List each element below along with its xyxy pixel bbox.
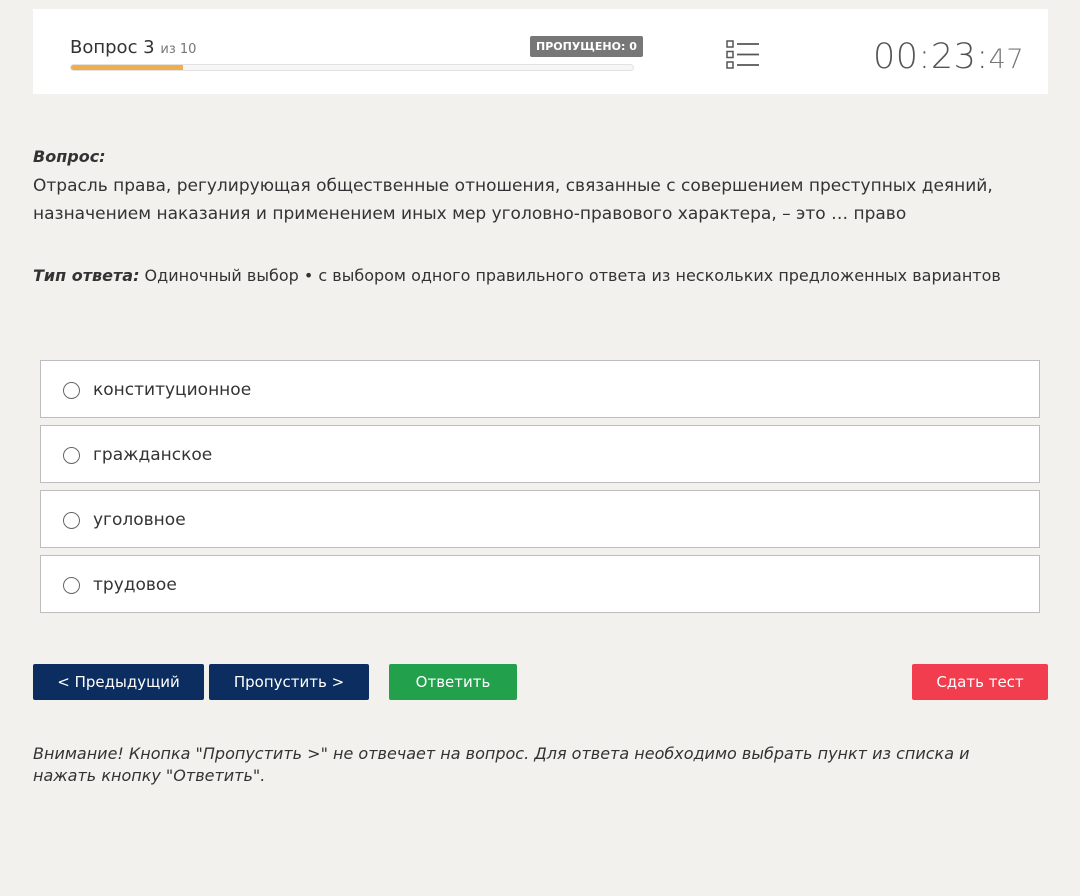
- answer-type: Тип ответа: Одиночный выбор • с выбором …: [33, 266, 1001, 285]
- previous-button[interactable]: < Предыдущий: [33, 664, 204, 700]
- answer-option[interactable]: конституционное: [40, 360, 1040, 418]
- answer-type-value: Одиночный выбор • с выбором одного прави…: [139, 266, 1001, 285]
- timer-main: 00:23:: [872, 37, 989, 77]
- skipped-badge: ПРОПУЩЕНО: 0: [530, 36, 643, 57]
- radio-button[interactable]: [63, 447, 80, 464]
- timer: 00:23:47: [873, 37, 1024, 77]
- radio-button[interactable]: [63, 577, 80, 594]
- question-total: из 10: [160, 42, 197, 57]
- answer-option[interactable]: уголовное: [40, 490, 1040, 548]
- radio-button[interactable]: [63, 512, 80, 529]
- answer-option[interactable]: трудовое: [40, 555, 1040, 613]
- answer-button[interactable]: Ответить: [389, 664, 517, 700]
- question-label: Вопрос:: [33, 147, 106, 166]
- answer-option-label: уголовное: [93, 510, 186, 530]
- skip-button[interactable]: Пропустить >: [209, 664, 369, 700]
- progress-bar: [70, 64, 634, 71]
- answer-option-label: гражданское: [93, 445, 213, 465]
- progress-fill: [71, 65, 184, 70]
- timer-seconds: 47: [988, 44, 1024, 75]
- answer-option-label: конституционное: [93, 380, 252, 400]
- list-icon[interactable]: [726, 39, 760, 70]
- warning-note: Внимание! Кнопка "Пропустить >" не отвеч…: [33, 744, 970, 785]
- answer-type-label: Тип ответа:: [33, 266, 140, 285]
- answer-option-label: трудовое: [93, 575, 177, 595]
- submit-test-button[interactable]: Сдать тест: [912, 664, 1048, 700]
- quiz-header: Вопрос 3 из 10 ПРОПУЩЕНО: 0 00:23:47: [33, 9, 1048, 94]
- question-text: Отрасль права, регулирующая общественные…: [33, 176, 993, 224]
- answer-options: конституционное гражданское уголовное тр…: [40, 360, 1040, 620]
- question-counter: Вопрос 3 из 10: [70, 37, 196, 58]
- answer-option[interactable]: гражданское: [40, 425, 1040, 483]
- question-number: Вопрос 3: [70, 37, 155, 58]
- radio-button[interactable]: [63, 382, 80, 399]
